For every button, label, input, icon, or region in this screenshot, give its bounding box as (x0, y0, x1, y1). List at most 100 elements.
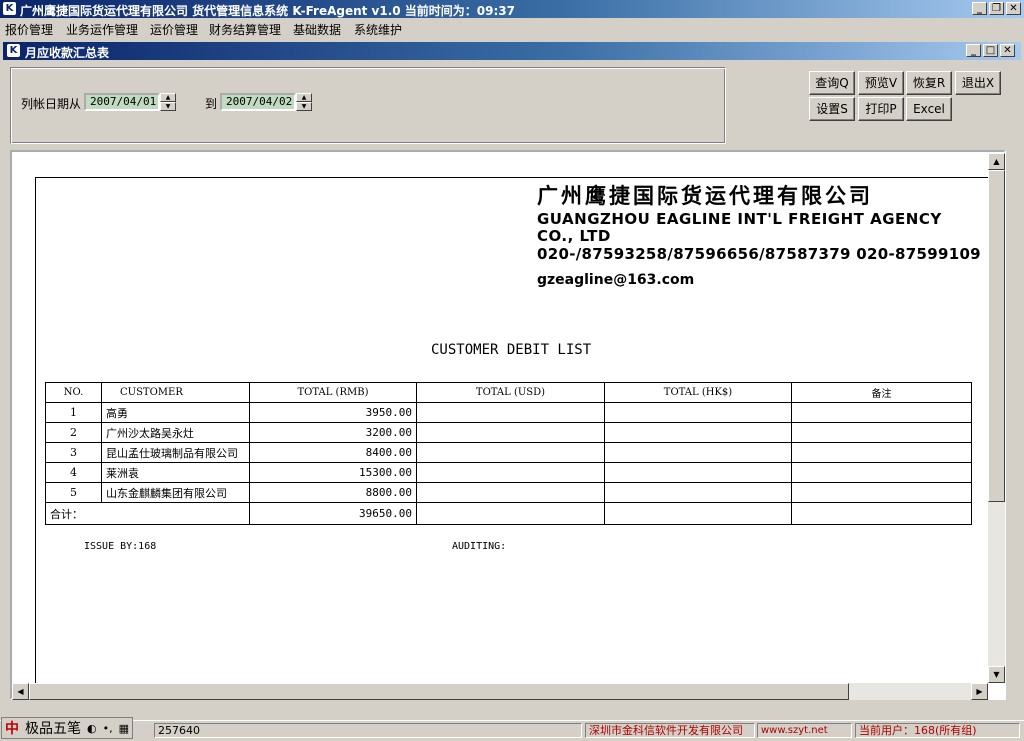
row-note (791, 482, 972, 503)
page-border-left (35, 177, 36, 685)
row-usd (416, 402, 605, 423)
ime-moon-icon[interactable]: ◐ (84, 722, 100, 735)
col-customer: CUSTOMER (101, 382, 250, 403)
row-note (791, 462, 972, 483)
report-title: CUSTOMER DEBIT LIST (431, 342, 592, 358)
date-from-label: 列帐日期从 (21, 97, 82, 111)
query-button[interactable]: 查询Q (809, 71, 855, 95)
spin-down-icon[interactable]: ▼ (296, 102, 312, 111)
company-phone: 020-/87593258/87596656/87587379 020-8759… (537, 245, 981, 263)
total-note (791, 502, 972, 525)
menu-finance[interactable]: 财务结算管理 (209, 21, 281, 38)
child-maximize-button[interactable]: □ (983, 44, 998, 57)
excel-button[interactable]: Excel (906, 97, 952, 121)
row-usd (416, 442, 605, 463)
menu-system[interactable]: 系统维护 (354, 21, 402, 38)
menu-operations[interactable]: 业务运作管理 (66, 21, 138, 38)
date-to-label: 到 (205, 97, 218, 111)
page-border-top (35, 177, 988, 178)
debit-table: NO. CUSTOMER TOTAL (RMB) TOTAL (USD) TOT… (45, 382, 972, 525)
row-customer: 广州沙太路吴永灶 (101, 422, 250, 443)
app-title-bar: K 广州鹰捷国际货运代理有限公司 货代管理信息系统 K-FreAgent v1.… (0, 0, 1024, 18)
preview-button[interactable]: 预览V (858, 71, 904, 95)
col-total-usd: TOTAL (USD) (416, 382, 605, 403)
exit-button[interactable]: 退出X (955, 71, 1001, 95)
menu-quote[interactable]: 报价管理 (5, 21, 53, 38)
total-hkd (604, 502, 792, 525)
spin-down-icon[interactable]: ▼ (160, 102, 176, 111)
col-note: 备注 (791, 382, 972, 403)
child-minimize-button[interactable]: _ (966, 44, 981, 57)
child-close-button[interactable]: ✕ (1000, 44, 1015, 57)
table-header-row: NO. CUSTOMER TOTAL (RMB) TOTAL (USD) TOT… (45, 382, 972, 403)
auditing: AUDITING: (452, 541, 507, 552)
row-hkd (604, 442, 792, 463)
date-from-spinner[interactable]: ▲ ▼ (160, 93, 176, 111)
menu-base-data[interactable]: 基础数据 (293, 21, 341, 38)
ime-punct-icon[interactable]: •, (100, 722, 116, 735)
row-rmb: 3950.00 (249, 402, 417, 423)
row-no: 3 (45, 442, 102, 463)
row-usd (416, 482, 605, 503)
row-usd (416, 462, 605, 483)
ime-keyboard-icon[interactable]: ▦ (116, 722, 132, 735)
ime-chinese-icon[interactable]: 中 (2, 718, 22, 738)
vertical-scroll-thumb[interactable] (988, 170, 1005, 502)
row-rmb: 8800.00 (249, 482, 417, 503)
row-usd (416, 422, 605, 443)
spin-up-icon[interactable]: ▲ (296, 93, 312, 102)
row-rmb: 15300.00 (249, 462, 417, 483)
date-from-input[interactable]: 2007/04/01 (84, 93, 160, 111)
spin-up-icon[interactable]: ▲ (160, 93, 176, 102)
company-email: gzeagline@163.com (537, 272, 695, 288)
row-no: 2 (45, 422, 102, 443)
status-current-user: 当前用户：168(所有组) (855, 723, 1020, 738)
row-hkd (604, 482, 792, 503)
row-hkd (604, 462, 792, 483)
row-note (791, 402, 972, 423)
child-window-title-bar: K 月应收款汇总表 _ □ ✕ (3, 42, 1021, 60)
ime-toolbar[interactable]: 中 极品五笔 ◐ •, ▦ (1, 717, 134, 739)
table-row: 4 莱洲袁 15300.00 (45, 462, 972, 483)
status-url: www.szyt.net (757, 723, 852, 738)
table-row: 3 昆山孟仕玻璃制品有限公司 8400.00 (45, 442, 972, 463)
menu-bar: 报价管理 业务运作管理 运价管理 财务结算管理 基础数据 系统维护 (0, 18, 1024, 38)
app-title: 广州鹰捷国际货运代理有限公司 货代管理信息系统 K-FreAgent v1.0 … (20, 4, 516, 18)
scroll-down-icon[interactable]: ▼ (988, 666, 1005, 683)
row-customer: 高勇 (101, 402, 250, 423)
total-usd (416, 502, 605, 525)
settings-button[interactable]: 设置S (809, 97, 855, 121)
scroll-left-icon[interactable]: ◀ (12, 683, 29, 700)
total-label: 合计： (45, 502, 250, 525)
row-note (791, 422, 972, 443)
restore-button-tb[interactable]: 恢复R (906, 71, 952, 95)
row-customer: 山东金麒麟集团有限公司 (101, 482, 250, 503)
app-logo-icon: K (3, 2, 16, 15)
minimize-button[interactable]: _ (972, 2, 987, 15)
row-no: 4 (45, 462, 102, 483)
table-row: 2 广州沙太路吴永灶 3200.00 (45, 422, 972, 443)
vertical-scrollbar[interactable]: ▲ ▼ (988, 153, 1005, 683)
menu-freight-rates[interactable]: 运价管理 (150, 21, 198, 38)
child-window-icon: K (7, 44, 20, 57)
row-customer: 昆山孟仕玻璃制品有限公司 (101, 442, 250, 463)
scroll-right-icon[interactable]: ▶ (971, 683, 988, 700)
table-row: 5 山东金麒麟集团有限公司 8800.00 (45, 482, 972, 503)
date-to-input[interactable]: 2007/04/02 (220, 93, 296, 111)
horizontal-scrollbar[interactable]: ◀ ▶ (12, 683, 988, 700)
ime-label[interactable]: 极品五笔 (22, 718, 84, 738)
col-no: NO. (45, 382, 102, 403)
row-customer: 莱洲袁 (101, 462, 250, 483)
close-button[interactable]: ✕ (1006, 2, 1021, 15)
table-row: 1 高勇 3950.00 (45, 402, 972, 423)
company-name-cn: 广州鹰捷国际货运代理有限公司 (537, 183, 873, 208)
table-total-row: 合计： 39650.00 (45, 502, 972, 525)
horizontal-scroll-thumb[interactable] (29, 683, 849, 700)
restore-button[interactable]: ❐ (989, 2, 1004, 15)
print-button[interactable]: 打印P (858, 97, 904, 121)
row-note (791, 442, 972, 463)
row-hkd (604, 422, 792, 443)
date-to-spinner[interactable]: ▲ ▼ (296, 93, 312, 111)
scroll-up-icon[interactable]: ▲ (988, 153, 1005, 170)
status-vendor: 深圳市金科信软件开发有限公司 (585, 723, 755, 738)
